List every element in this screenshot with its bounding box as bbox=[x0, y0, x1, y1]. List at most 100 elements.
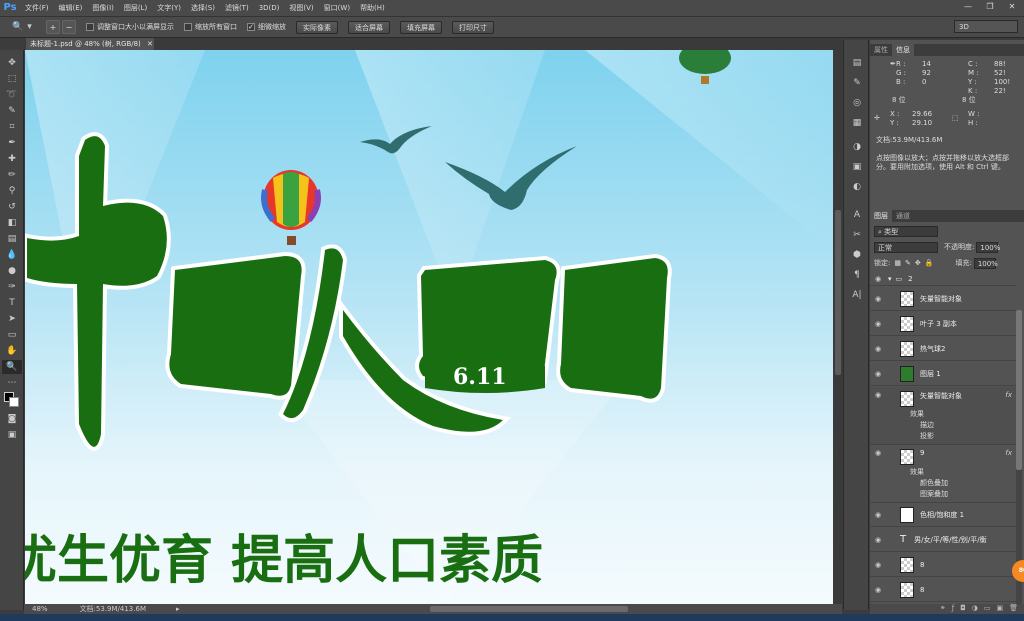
layer-row[interactable]: ◉ 图层 1 bbox=[870, 362, 1016, 386]
tab-properties[interactable]: 属性 bbox=[870, 44, 892, 56]
layer-group-row[interactable]: ◉ ▾ ▭ 2 bbox=[870, 272, 1016, 286]
menu-window[interactable]: 窗口(W) bbox=[319, 0, 355, 16]
character-icon[interactable]: A bbox=[849, 208, 865, 222]
menu-image[interactable]: 图像(I) bbox=[87, 0, 119, 16]
fit-screen-button[interactable]: 适合屏幕 bbox=[348, 20, 390, 34]
workspace-select[interactable]: 3D bbox=[954, 20, 1018, 33]
brush-preset-icon[interactable]: ✎ bbox=[849, 76, 865, 90]
more-tools-icon[interactable]: ⋯ bbox=[2, 376, 22, 390]
move-tool-icon[interactable]: ✥ bbox=[2, 56, 22, 70]
menu-help[interactable]: 帮助(H) bbox=[355, 0, 390, 16]
zoom-tool-preset[interactable]: 🔍 ▾ bbox=[0, 18, 44, 36]
zoom-out-button[interactable]: − bbox=[62, 20, 76, 34]
vertical-scrollbar[interactable] bbox=[834, 50, 842, 604]
blend-mode-select[interactable]: 正常 bbox=[874, 241, 938, 253]
print-size-button[interactable]: 打印尺寸 bbox=[452, 20, 494, 34]
crop-tool-icon[interactable]: ⌗ bbox=[2, 120, 22, 134]
hand-tool-icon[interactable]: ✋ bbox=[2, 344, 22, 358]
trash-icon[interactable]: 🗑 bbox=[1009, 604, 1018, 614]
shape-tool-icon[interactable]: ▭ bbox=[2, 328, 22, 342]
effect-drop-shadow[interactable]: 投影 bbox=[920, 431, 934, 441]
pen-tool-icon[interactable]: ✑ bbox=[2, 280, 22, 294]
lock-transparent-icon[interactable]: ▦ bbox=[894, 259, 901, 267]
opacity-field[interactable]: 100% bbox=[976, 241, 1000, 253]
layer-row[interactable]: ◉ 9 fx 效果 颜色叠加 图案叠加 bbox=[870, 445, 1016, 503]
tab-channels[interactable]: 通道 bbox=[892, 210, 914, 222]
document-tab[interactable]: 未标题-1.psd @ 48% (树, RGB/8) ✕ bbox=[26, 38, 154, 50]
lock-position-icon[interactable]: ✥ bbox=[915, 259, 921, 267]
zoom-all-windows-checkbox[interactable]: 缩放所有窗口 bbox=[184, 22, 237, 32]
fill-field[interactable]: 100% bbox=[973, 257, 998, 269]
expand-arrow-icon[interactable]: ▾ bbox=[888, 275, 892, 283]
screen-mode-icon[interactable]: ▣ bbox=[2, 428, 22, 442]
fx-add-icon[interactable]: ƒ bbox=[952, 604, 954, 614]
visibility-eye-icon[interactable]: ◉ bbox=[870, 320, 886, 328]
fx-icon[interactable]: fx bbox=[1005, 449, 1012, 457]
new-layer-icon[interactable]: ▣ bbox=[996, 604, 1003, 614]
visibility-eye-icon[interactable]: ◉ bbox=[870, 295, 886, 303]
close-icon[interactable]: ✕ bbox=[147, 40, 153, 48]
visibility-eye-icon[interactable]: ◉ bbox=[870, 586, 886, 594]
new-group-icon[interactable]: ▭ bbox=[984, 604, 991, 614]
scrollbar-thumb[interactable] bbox=[1016, 310, 1022, 470]
fx-icon[interactable]: fx bbox=[1005, 391, 1012, 399]
zoom-in-button[interactable]: + bbox=[46, 20, 60, 34]
zoom-tool-icon[interactable]: 🔍 bbox=[2, 360, 22, 374]
tab-info[interactable]: 信息 bbox=[892, 44, 914, 56]
color-icon[interactable]: ◐ bbox=[849, 180, 865, 194]
brush-tool-icon[interactable]: ✏ bbox=[2, 168, 22, 182]
scrubby-zoom-checkbox[interactable]: ✓ 细微缩放 bbox=[247, 22, 286, 32]
visibility-eye-icon[interactable]: ◉ bbox=[870, 345, 886, 353]
menu-view[interactable]: 视图(V) bbox=[284, 0, 318, 16]
eraser-tool-icon[interactable]: ◧ bbox=[2, 216, 22, 230]
lock-image-icon[interactable]: ✎ bbox=[905, 259, 911, 267]
blur-tool-icon[interactable]: 💧 bbox=[2, 248, 22, 262]
gradient-tool-icon[interactable]: ▤ bbox=[2, 232, 22, 246]
visibility-eye-icon[interactable]: ◉ bbox=[870, 370, 886, 378]
quick-mask-icon[interactable]: ◙ bbox=[2, 412, 22, 426]
menu-3d[interactable]: 3D(D) bbox=[254, 0, 285, 16]
layer-row[interactable]: ◉ 热气球2 bbox=[870, 337, 1016, 361]
resize-windows-checkbox[interactable]: 调整窗口大小以满屏显示 bbox=[86, 22, 174, 32]
type-tool-icon[interactable]: T bbox=[2, 296, 22, 310]
scrollbar-thumb[interactable] bbox=[835, 210, 841, 375]
marquee-tool-icon[interactable]: ⬚ bbox=[2, 72, 22, 86]
actual-pixels-button[interactable]: 实际像素 bbox=[296, 20, 338, 34]
mask-icon[interactable]: ◘ bbox=[960, 604, 966, 614]
visibility-eye-icon[interactable]: ◉ bbox=[870, 449, 886, 457]
menu-select[interactable]: 选择(S) bbox=[186, 0, 220, 16]
restore-icon[interactable]: ❐ bbox=[980, 0, 1000, 12]
clone-source-icon[interactable]: ◎ bbox=[849, 96, 865, 110]
effect-color-overlay[interactable]: 颜色叠加 bbox=[920, 478, 948, 488]
visibility-eye-icon[interactable]: ◉ bbox=[870, 391, 886, 399]
3d-icon[interactable]: ⬢ bbox=[849, 248, 865, 262]
eyedropper-tool-icon[interactable]: ✒ bbox=[2, 136, 22, 150]
adjustment-icon[interactable]: ◑ bbox=[972, 604, 978, 614]
layer-row[interactable]: ◉ 8 bbox=[870, 578, 1016, 602]
tab-layers[interactable]: 图层 bbox=[870, 210, 892, 222]
visibility-eye-icon[interactable]: ◉ bbox=[870, 275, 886, 283]
menu-file[interactable]: 文件(F) bbox=[20, 0, 54, 16]
effect-pattern-overlay[interactable]: 图案叠加 bbox=[920, 489, 948, 499]
effect-stroke[interactable]: 描边 bbox=[920, 420, 934, 430]
paragraph-icon[interactable]: ¶ bbox=[849, 268, 865, 282]
history-icon[interactable]: ▤ bbox=[849, 56, 865, 70]
menu-filter[interactable]: 滤镜(T) bbox=[220, 0, 254, 16]
tools-preset-icon[interactable]: ✂ bbox=[849, 228, 865, 242]
layer-row[interactable]: ◉ T 男/女/平/等/性/别/平/衡 bbox=[870, 528, 1016, 552]
layer-row[interactable]: ◉ 矢量智能对象 fx 效果 描边 投影 bbox=[870, 387, 1016, 445]
background-color-swatch[interactable] bbox=[9, 397, 19, 407]
swatches-icon[interactable]: ▦ bbox=[849, 116, 865, 130]
zoom-level[interactable]: 48% bbox=[32, 605, 48, 613]
lock-all-icon[interactable]: 🔒 bbox=[925, 259, 934, 267]
close-icon[interactable]: ✕ bbox=[1002, 0, 1022, 12]
link-icon[interactable]: ⚭ bbox=[940, 604, 946, 614]
layer-filter-select[interactable]: ⌕ 类型 bbox=[874, 225, 938, 237]
menu-edit[interactable]: 编辑(E) bbox=[54, 0, 88, 16]
glyph-icon[interactable]: A| bbox=[849, 288, 865, 302]
lasso-tool-icon[interactable]: ➰ bbox=[2, 88, 22, 102]
layer-row[interactable]: ◉ 8 bbox=[870, 553, 1016, 577]
adjustments-icon[interactable]: ◑ bbox=[849, 140, 865, 154]
layer-row[interactable]: ◉ 矢量智能对象 bbox=[870, 287, 1016, 311]
minimize-icon[interactable]: — bbox=[958, 0, 978, 12]
